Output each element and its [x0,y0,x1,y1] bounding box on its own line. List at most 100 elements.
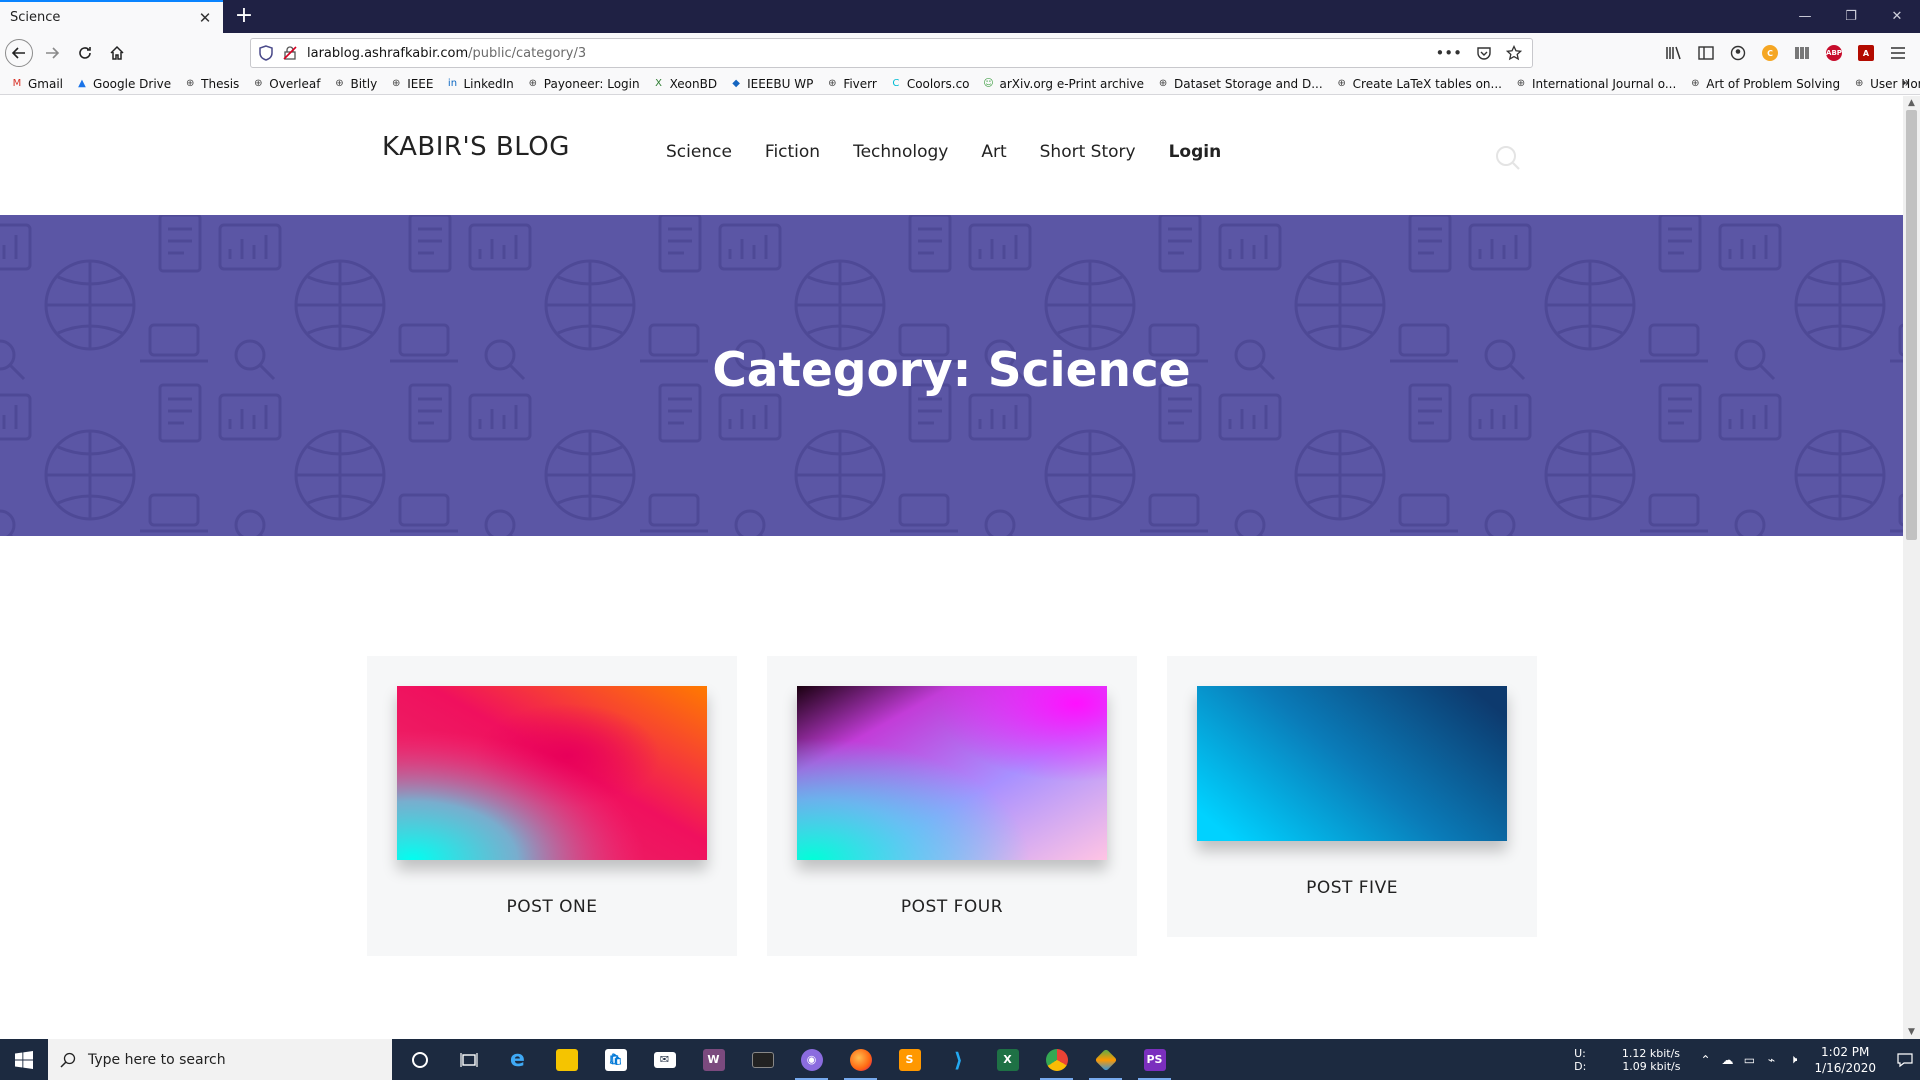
reload-icon [79,47,91,59]
bookmark-item[interactable]: ⊕ Art of Problem Solving [1688,77,1840,91]
bookmark-item[interactable]: ◆ IEEEBU WP [729,77,813,91]
bookmark-item[interactable]: ⊕ Dataset Storage and D... [1156,77,1323,91]
scrollbar-thumb[interactable] [1906,110,1917,540]
taskbar-search-box[interactable]: Type here to search [48,1039,392,1080]
menu-item-login[interactable]: Login [1169,142,1222,162]
menu-item-art[interactable]: Art [981,142,1006,162]
taskbar-firefox[interactable] [836,1039,885,1080]
bookmark-item[interactable]: ⊕ Payoneer: Login [526,77,640,91]
bookmark-item[interactable]: ⊕ Thesis [183,77,239,91]
cortana-button[interactable] [395,1039,444,1080]
terminal-icon [751,1051,774,1068]
taskbar-apps: e 🛍 ✉ W ◉ S ⟩ X PS [395,1039,1179,1080]
reload-button[interactable] [71,39,99,67]
taskbar-edge[interactable]: e [493,1039,542,1080]
forward-button[interactable] [38,39,66,67]
site-logo[interactable]: KABIR'S BLOG [382,132,570,162]
post-card[interactable]: POST FOUR [767,656,1137,956]
task-view-button[interactable] [444,1039,493,1080]
acrobat-icon[interactable]: A [1854,41,1878,65]
coolors-extension-icon[interactable]: C [1758,41,1782,65]
menu-item-technology[interactable]: Technology [853,142,948,162]
insecure-lock-icon[interactable] [283,46,297,60]
taskbar-winrar[interactable]: W [689,1039,738,1080]
page-scrollbar[interactable]: ▲ ▼ [1903,96,1920,1039]
post-thumbnail[interactable] [397,686,707,860]
restore-button[interactable]: ❐ [1828,0,1874,33]
chevron-up-icon[interactable]: ⌃ [1694,1053,1716,1067]
bookmark-item[interactable]: ▲ Google Drive [75,77,171,91]
taskbar-mail[interactable]: ✉ [640,1039,689,1080]
adblock-plus-icon[interactable]: ABP [1822,41,1846,65]
pattern-doodle [978,235,1018,259]
scroll-down-arrow-icon[interactable]: ▼ [1903,1025,1920,1039]
back-button[interactable] [5,39,33,67]
taskbar-file-explorer[interactable] [542,1039,591,1080]
bookmark-item[interactable]: ⊕ International Journal o... [1514,77,1677,91]
search-icon[interactable] [1494,144,1522,172]
taskbar-gitkraken[interactable] [1081,1039,1130,1080]
bookmark-item[interactable]: ⊕ IEEE [389,77,434,91]
clock[interactable]: 1:02 PM 1/16/2020 [1814,1044,1876,1076]
tracking-shield-icon[interactable] [259,45,273,61]
bookmark-item[interactable]: M Gmail [10,77,63,91]
close-tab-icon[interactable]: ✕ [197,9,213,27]
taskbar-discord[interactable]: ◉ [787,1039,836,1080]
active-tab[interactable]: Science ✕ [0,0,223,33]
taskbar-chrome[interactable] [1032,1039,1081,1080]
menu-item-short-story[interactable]: Short Story [1040,142,1136,162]
menu-item-science[interactable]: Science [666,142,732,162]
library-icon[interactable] [1662,41,1686,65]
arrow-left-icon [11,47,25,59]
bookmark-item[interactable]: in LinkedIn [445,77,514,91]
battery-icon[interactable]: ▭ [1738,1053,1760,1067]
bookmark-item[interactable]: ☺ arXiv.org e-Print archive [982,77,1144,91]
start-button[interactable] [0,1039,48,1080]
bookmark-item[interactable]: ⊕ Create LaTeX tables on... [1335,77,1502,91]
pattern-doodle [1009,533,1014,536]
hamburger-menu-icon[interactable] [1886,41,1910,65]
volume-muted-icon[interactable]: 🕨 [1782,1052,1804,1067]
pocket-icon[interactable] [1476,45,1492,61]
taskbar-sublime[interactable]: S [885,1039,934,1080]
url-text[interactable]: larablog.ashrafkabir.com/public/category… [307,46,1435,61]
scroll-up-arrow-icon[interactable]: ▲ [1903,96,1920,110]
network-icon[interactable]: ⌁ [1760,1053,1782,1067]
bookmark-label: Gmail [28,76,64,91]
account-icon[interactable] [1726,41,1750,65]
taskbar-phpstorm[interactable]: PS [1130,1039,1179,1080]
onedrive-icon[interactable]: ☁ [1716,1053,1738,1067]
new-tab-button[interactable]: + [232,4,256,28]
url-bar[interactable]: larablog.ashrafkabir.com/public/category… [250,38,1533,68]
post-title[interactable]: POST FIVE [1167,878,1537,898]
home-button[interactable] [103,39,131,67]
close-window-button[interactable]: ✕ [1874,0,1920,33]
page-actions-menu-icon[interactable]: ••• [1435,44,1462,62]
taskbar-terminal[interactable] [738,1039,787,1080]
minimize-button[interactable]: — [1782,0,1828,33]
taskbar-excel[interactable]: X [983,1039,1032,1080]
bookmarks-overflow-icon[interactable]: » [1901,75,1910,91]
sidebar-icon[interactable] [1694,41,1718,65]
menu-item-fiction[interactable]: Fiction [765,142,820,162]
bookmark-item[interactable]: ⊕ Fiverr [825,77,877,91]
pattern-doodle [1408,215,1452,273]
search-icon [60,1052,76,1068]
bookmark-item[interactable]: ⊕ Overleaf [251,77,320,91]
pattern-doodle [1718,223,1782,271]
post-card[interactable]: POST FIVE [1167,656,1537,937]
post-thumbnail[interactable] [797,686,1107,860]
bookmark-item[interactable]: X XeonBD [652,77,717,91]
pattern-doodle [968,223,1032,271]
taskbar-vscode[interactable]: ⟩ [934,1039,983,1080]
bookmark-item[interactable]: C Coolors.co [889,77,969,91]
taskbar-store[interactable]: 🛍 [591,1039,640,1080]
post-thumbnail[interactable] [1197,686,1507,841]
post-title[interactable]: POST ONE [367,897,737,917]
bookmark-star-icon[interactable] [1506,45,1522,61]
action-center-button[interactable] [1890,1039,1920,1080]
bookmark-item[interactable]: ⊕ Bitly [332,77,377,91]
post-title[interactable]: POST FOUR [767,897,1137,917]
barcode-extension-icon[interactable] [1790,41,1814,65]
post-card[interactable]: POST ONE [367,656,737,956]
